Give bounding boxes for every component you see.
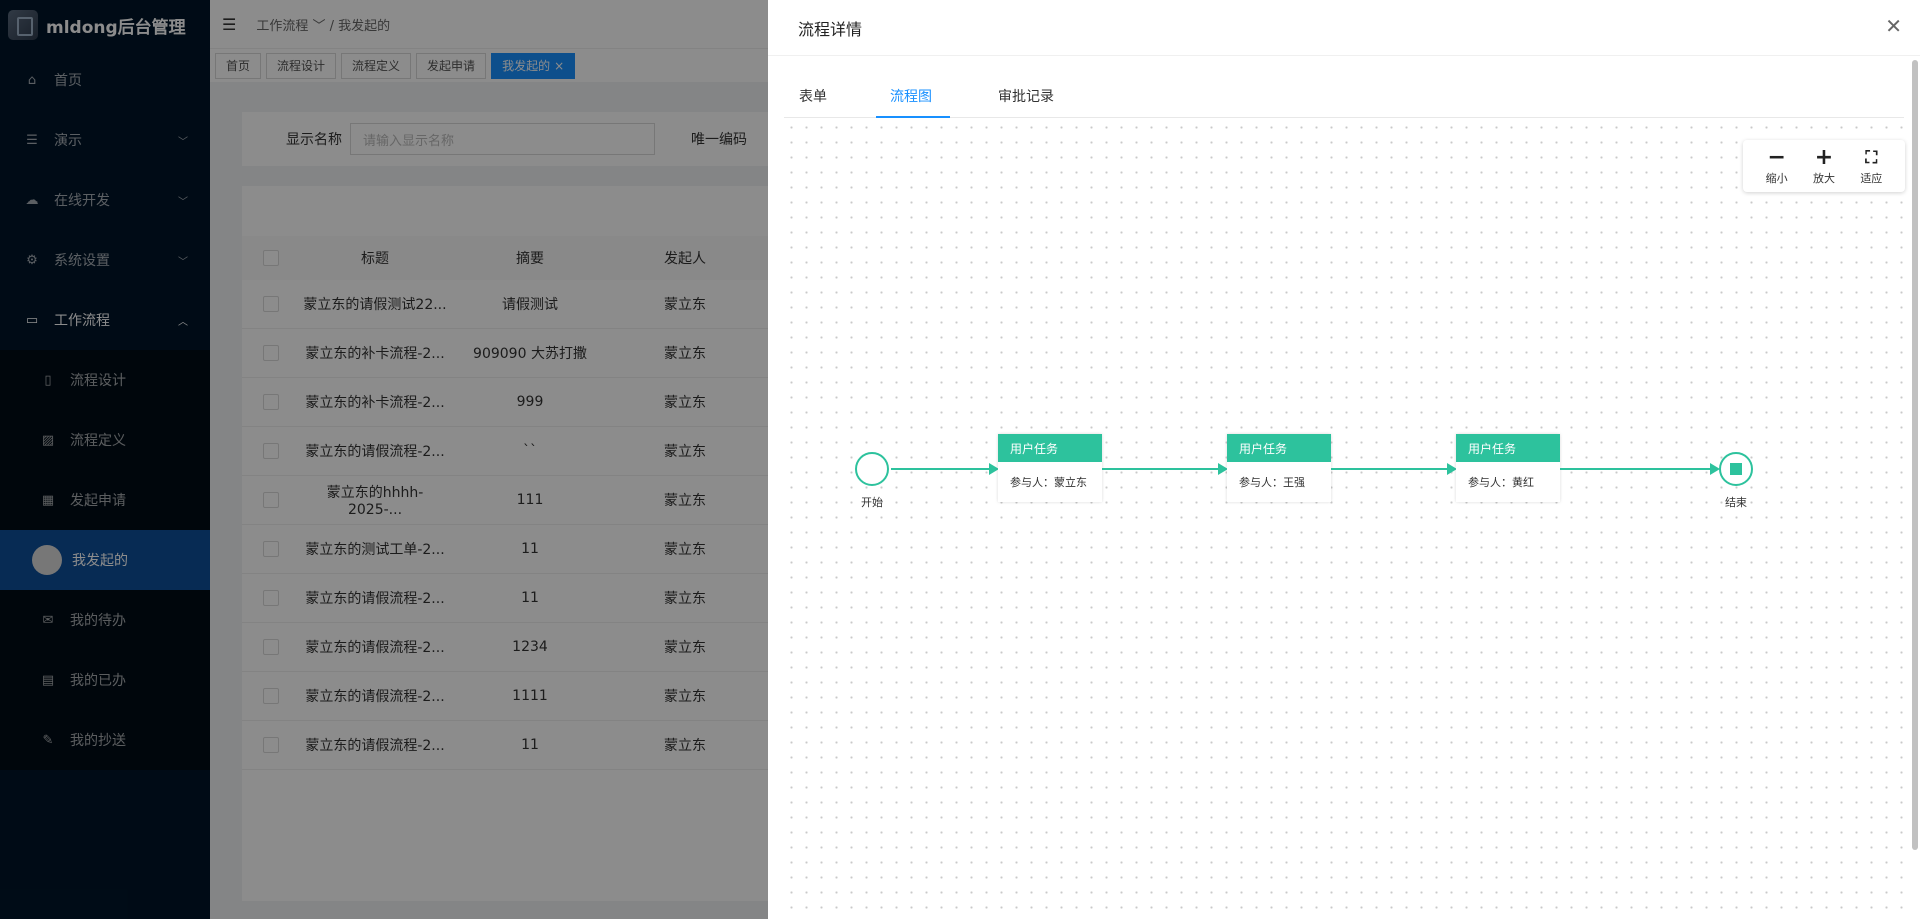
canvas-toolbar: − 缩小 + 放大 ⛶ 适应 bbox=[1743, 140, 1905, 192]
tab-flowchart[interactable]: 流程图 bbox=[890, 86, 932, 106]
flow-edge[interactable] bbox=[1331, 463, 1457, 475]
start-node-label: 开始 bbox=[861, 496, 883, 509]
drawer-tabs: 表单 流程图 审批记录 bbox=[784, 76, 1904, 118]
app-root: mldong后台管理 ⌂ 首页 ☰ 演示 ﹀ ☁ 在线开发 ﹀ ⚙ 系统设置 ﹀… bbox=[0, 0, 1920, 919]
tool-label: 适应 bbox=[1860, 172, 1883, 185]
task-title: 用户任务 bbox=[998, 434, 1102, 462]
user-task-node[interactable]: 用户任务 参与人：蒙立东 bbox=[998, 434, 1102, 502]
flow-edge[interactable] bbox=[1560, 463, 1720, 475]
task-assignee: 参与人：黄红 bbox=[1468, 476, 1534, 489]
task-assignee: 参与人：蒙立东 bbox=[1010, 476, 1087, 489]
user-task-node[interactable]: 用户任务 参与人：黄红 bbox=[1456, 434, 1560, 502]
tab-form[interactable]: 表单 bbox=[799, 86, 827, 106]
start-node[interactable] bbox=[855, 452, 889, 486]
fit-screen-icon: ⛶ bbox=[1865, 148, 1878, 168]
flow-detail-drawer: 流程详情 ✕ 表单 流程图 审批记录 − 缩小 + 放大 ⛶ 适应 开始 用户任… bbox=[768, 0, 1920, 919]
user-task-node[interactable]: 用户任务 参与人：王强 bbox=[1227, 434, 1331, 502]
task-title: 用户任务 bbox=[1456, 434, 1560, 462]
minus-icon: − bbox=[1767, 145, 1786, 170]
end-node[interactable] bbox=[1719, 452, 1753, 486]
tool-label: 缩小 bbox=[1765, 172, 1788, 185]
close-icon[interactable]: ✕ bbox=[1885, 16, 1902, 36]
tab-ink-bar bbox=[876, 116, 950, 118]
flow-canvas[interactable]: − 缩小 + 放大 ⛶ 适应 开始 用户任务 参与人：蒙立东 用户任务 参与人：… bbox=[784, 120, 1905, 919]
zoom-in-button[interactable]: + 放大 bbox=[1813, 146, 1835, 186]
task-assignee: 参与人：王强 bbox=[1239, 476, 1305, 489]
task-title: 用户任务 bbox=[1227, 434, 1331, 462]
flow-edge[interactable] bbox=[1102, 463, 1228, 475]
plus-icon: + bbox=[1814, 145, 1834, 170]
stop-icon bbox=[1730, 463, 1742, 475]
end-node-label: 结束 bbox=[1725, 496, 1747, 509]
drawer-title: 流程详情 bbox=[798, 19, 863, 39]
fit-button[interactable]: ⛶ 适应 bbox=[1860, 146, 1882, 186]
flow-edge[interactable] bbox=[891, 463, 999, 475]
tool-label: 放大 bbox=[1812, 172, 1835, 185]
drawer-header: 流程详情 ✕ bbox=[768, 0, 1920, 56]
scrollbar[interactable] bbox=[1912, 60, 1918, 850]
zoom-out-button[interactable]: − 缩小 bbox=[1766, 146, 1788, 186]
tab-approval-records[interactable]: 审批记录 bbox=[998, 86, 1054, 106]
